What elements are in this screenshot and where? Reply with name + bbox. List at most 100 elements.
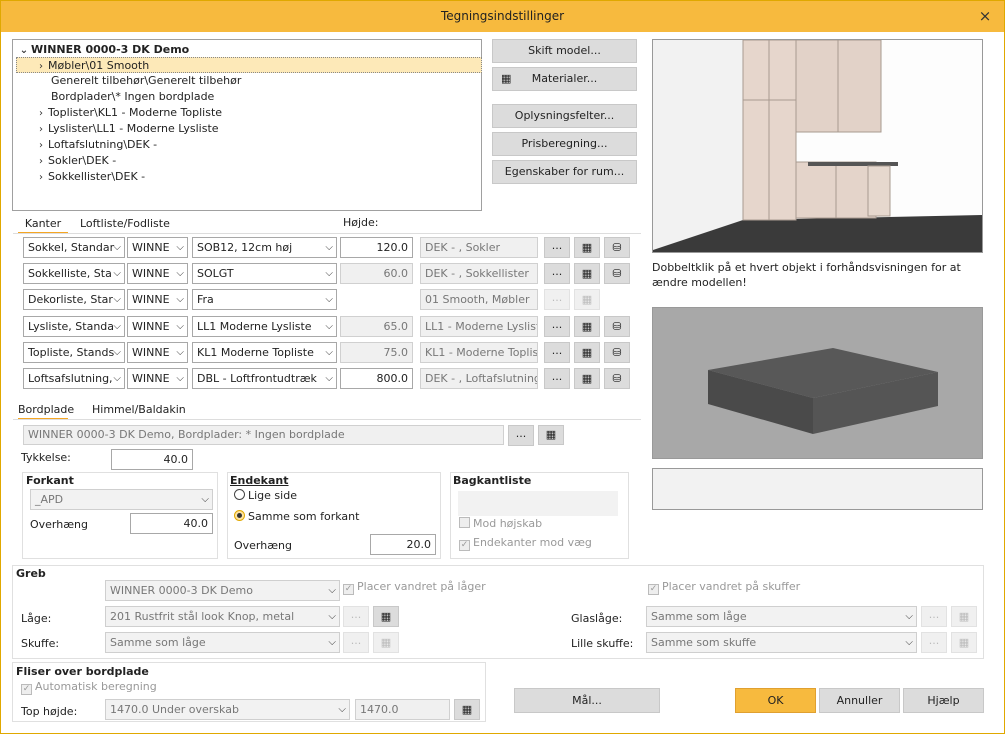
- top-hoejde-select[interactable]: 1470.0 Under overskab ⌵: [105, 699, 350, 720]
- oplysningsfelter-button[interactable]: Oplysningsfelter...: [492, 104, 637, 128]
- radio-icon[interactable]: [234, 489, 245, 500]
- forkant-overhaeng-input[interactable]: 40.0: [130, 513, 213, 534]
- samme-som-forkant-radio[interactable]: Samme som forkant: [234, 510, 359, 523]
- title-bar: Tegningsindstillinger ×: [1, 1, 1004, 32]
- kant-brand-select[interactable]: WINNE ⌵: [127, 289, 188, 310]
- tree-item-sokkellister[interactable]: › Sokkellister\DEK -: [34, 169, 145, 185]
- tree-item-toplister[interactable]: › Toplister\KL1 - Moderne Topliste: [34, 105, 222, 121]
- database-icon[interactable]: ⛁: [604, 368, 630, 389]
- tab-himmel[interactable]: Himmel/Baldakin: [92, 402, 186, 420]
- tykkelse-input[interactable]: 40.0: [111, 449, 193, 470]
- kant-brand-select[interactable]: WINNE ⌵: [127, 368, 188, 389]
- bagkant-select: [458, 491, 618, 516]
- chevron-right-icon[interactable]: ›: [34, 138, 48, 154]
- kant-profile-select[interactable]: SOB12, 12cm høj ⌵: [192, 237, 337, 258]
- material-icon[interactable]: ▦: [574, 368, 600, 389]
- laage-select[interactable]: 201 Rustfrit stål look Knop, metal ⌵: [105, 606, 340, 627]
- info-box: [652, 468, 983, 510]
- glaslaage-label: Glaslåge:: [571, 612, 623, 625]
- tab-kanter[interactable]: Kanter: [18, 216, 68, 234]
- kant-type-select[interactable]: Sokkelliste, Sta ⌵: [23, 263, 125, 284]
- kant-type-select[interactable]: Topliste, Stands ⌵: [23, 342, 125, 363]
- kant-type-select[interactable]: Lysliste, Standa ⌵: [23, 316, 125, 337]
- bordplade-ellipsis-button[interactable]: ...: [508, 425, 534, 446]
- tree-item-loftafslutning[interactable]: › Loftafslutning\DEK -: [34, 137, 157, 153]
- kant-profile-select[interactable]: LL1 Moderne Lysliste ⌵: [192, 316, 337, 337]
- kant-profile-select[interactable]: DBL - Loftfrontudtræk ⌵: [192, 368, 337, 389]
- tab-bordplade[interactable]: Bordplade: [18, 402, 74, 420]
- forkant-select[interactable]: _APD ⌵: [30, 489, 213, 510]
- glaslaage-select[interactable]: Samme som låge ⌵: [646, 606, 917, 627]
- lige-side-radio[interactable]: Lige side: [234, 489, 297, 502]
- annuller-button[interactable]: Annuller: [819, 688, 900, 713]
- close-icon[interactable]: ×: [974, 5, 996, 27]
- database-icon[interactable]: ⛁: [604, 342, 630, 363]
- skuffe-select[interactable]: Samme som låge ⌵: [105, 632, 340, 653]
- kant-type-select[interactable]: Sokkel, Standar ⌵: [23, 237, 125, 258]
- kant-ellipsis-button[interactable]: ...: [544, 368, 570, 389]
- maal-button[interactable]: Mål...: [514, 688, 660, 713]
- prisberegning-button[interactable]: Prisberegning...: [492, 132, 637, 156]
- tab-loftliste[interactable]: Loftliste/Fodliste: [80, 216, 170, 234]
- kant-profile-select[interactable]: KL1 Moderne Topliste ⌵: [192, 342, 337, 363]
- kitchen-preview[interactable]: [652, 39, 983, 253]
- material-icon[interactable]: ▦: [574, 263, 600, 284]
- materialer-button[interactable]: ▦ Materialer...: [492, 67, 637, 91]
- chevron-right-icon[interactable]: ›: [34, 106, 48, 122]
- kant-type-select[interactable]: Dekorliste, Star ⌵: [23, 289, 125, 310]
- greb-title: Greb: [16, 567, 46, 580]
- tree-item-tilbehoer[interactable]: Generelt tilbehør\Generelt tilbehør: [51, 73, 241, 89]
- checkmark-icon: ✓: [21, 684, 32, 695]
- material-icon[interactable]: ▦: [538, 425, 564, 445]
- countertop-preview[interactable]: [652, 307, 983, 459]
- kant-height-input[interactable]: 120.0: [340, 237, 413, 258]
- material-icon[interactable]: ▦: [574, 342, 600, 363]
- chevron-down-icon: ⌵: [113, 373, 121, 384]
- chevron-right-icon[interactable]: ›: [34, 154, 48, 170]
- tree-item-lyslister[interactable]: › Lyslister\LL1 - Moderne Lysliste: [34, 121, 219, 137]
- checkmark-icon: ✓: [459, 540, 470, 551]
- model-tree[interactable]: ⌄ WINNER 0000-3 DK Demo › Møbler\01 Smooth…: [12, 39, 482, 211]
- egenskaber-button[interactable]: Egenskaber for rum...: [492, 160, 637, 184]
- tab-divider: [13, 233, 641, 234]
- kant-ellipsis-button[interactable]: ...: [544, 316, 570, 337]
- kant-ellipsis-button[interactable]: ...: [544, 263, 570, 284]
- kant-ellipsis-button[interactable]: ...: [544, 237, 570, 258]
- database-icon[interactable]: ⛁: [604, 237, 630, 258]
- material-icon: ▦: [951, 632, 977, 653]
- endekant-overhaeng-input[interactable]: 20.0: [370, 534, 436, 555]
- kant-profile-select[interactable]: Fra ⌵: [192, 289, 337, 310]
- database-icon[interactable]: ⛁: [604, 316, 630, 337]
- kant-ellipsis-button[interactable]: ...: [544, 342, 570, 363]
- chevron-right-icon[interactable]: ›: [34, 122, 48, 138]
- tree-item-moebler[interactable]: › Møbler\01 Smooth: [16, 57, 482, 73]
- tykkelse-label: Tykkelse:: [21, 451, 71, 464]
- radio-selected-icon[interactable]: [234, 510, 245, 521]
- kant-height-input[interactable]: 800.0: [340, 368, 413, 389]
- ok-button[interactable]: OK: [735, 688, 816, 713]
- skift-model-button[interactable]: Skift model...: [492, 39, 637, 63]
- kant-type-select[interactable]: Loftsafslutning, ⌵: [23, 368, 125, 389]
- checkmark-icon: ✓: [343, 584, 354, 595]
- tree-root[interactable]: ⌄ WINNER 0000-3 DK Demo: [17, 42, 189, 58]
- kant-brand-select[interactable]: WINNE ⌵: [127, 237, 188, 258]
- automatisk-beregning-checkbox: ✓ Automatisk beregning: [21, 680, 157, 695]
- bordplade-field: WINNER 0000-3 DK Demo, Bordplader: * Ing…: [23, 425, 504, 445]
- tree-item-sokler[interactable]: › Sokler\DEK -: [34, 153, 116, 169]
- hjaelp-button[interactable]: Hjælp: [903, 688, 984, 713]
- greb-brand-select[interactable]: WINNER 0000-3 DK Demo ⌵: [105, 580, 340, 601]
- lille-skuffe-select[interactable]: Samme som skuffe ⌵: [646, 632, 917, 653]
- chevron-down-icon: ⌵: [328, 637, 336, 648]
- database-icon[interactable]: ⛁: [604, 263, 630, 284]
- material-icon[interactable]: ▦: [454, 699, 480, 720]
- kant-brand-select[interactable]: WINNE ⌵: [127, 316, 188, 337]
- chevron-right-icon[interactable]: ›: [34, 170, 48, 186]
- material-icon[interactable]: ▦: [373, 606, 399, 627]
- kant-brand-select[interactable]: WINNE ⌵: [127, 263, 188, 284]
- chevron-right-icon[interactable]: ›: [34, 59, 48, 75]
- kant-profile-select[interactable]: SOLGT ⌵: [192, 263, 337, 284]
- tree-item-bordplader[interactable]: Bordplader\* Ingen bordplade: [51, 89, 214, 105]
- kant-brand-select[interactable]: WINNE ⌵: [127, 342, 188, 363]
- material-icon[interactable]: ▦: [574, 237, 600, 258]
- material-icon[interactable]: ▦: [574, 316, 600, 337]
